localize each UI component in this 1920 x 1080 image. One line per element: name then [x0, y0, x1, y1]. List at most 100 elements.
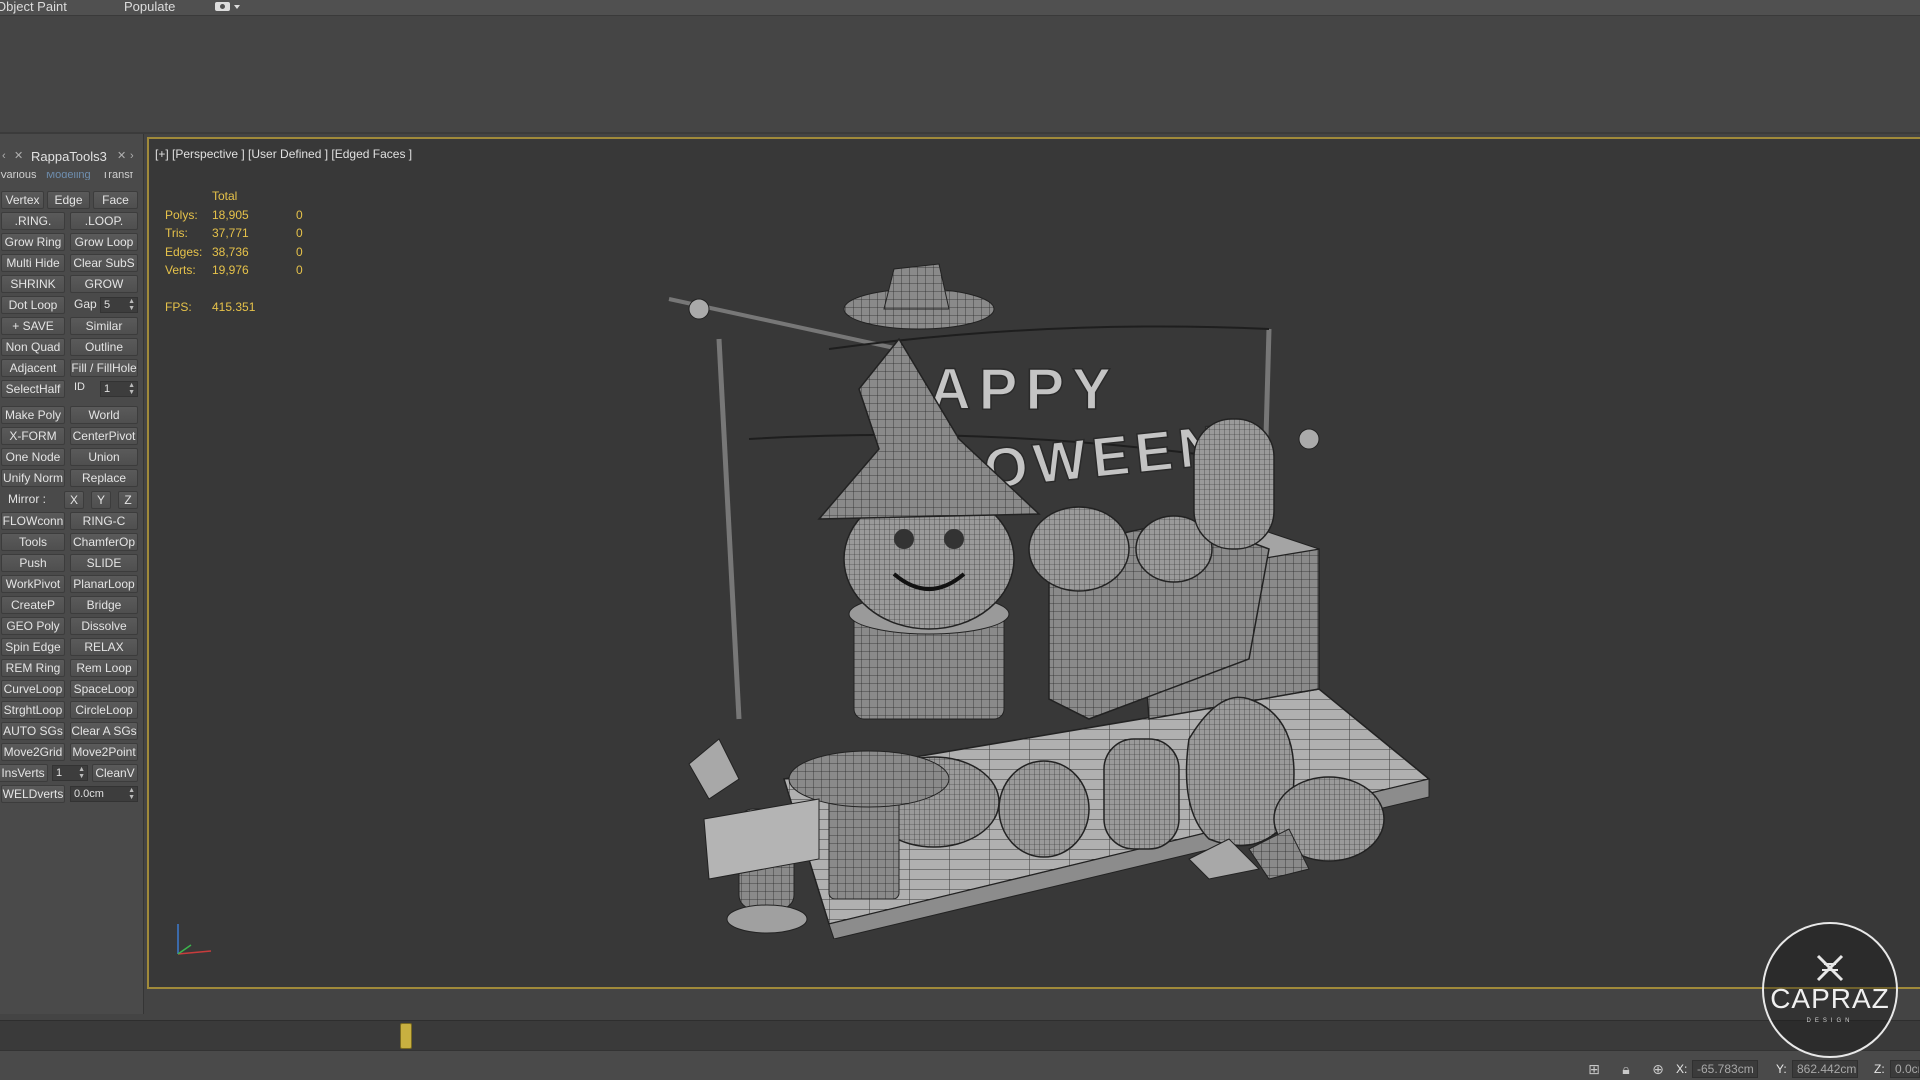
multi-hide-button[interactable]: Multi Hide: [1, 254, 65, 272]
ring-button[interactable]: .RING.: [1, 212, 65, 230]
replace-button[interactable]: Replace: [70, 469, 138, 487]
capraz-design-logo: CAPRAZ DESIGN: [1762, 922, 1898, 1058]
time-slider-handle[interactable]: [400, 1023, 412, 1049]
tab-various[interactable]: Various: [0, 172, 36, 180]
vertex-button[interactable]: Vertex: [1, 191, 44, 209]
collapse-right-icon[interactable]: ›: [130, 150, 140, 162]
grow-ring-button[interactable]: Grow Ring: [1, 233, 65, 251]
x-coord-field[interactable]: -65.783cm: [1692, 1060, 1758, 1078]
ring-c-button[interactable]: RING-C: [70, 512, 138, 530]
insverts-spinner[interactable]: 1 ▲ ▼: [52, 765, 88, 781]
bridge-button[interactable]: Bridge: [70, 596, 138, 614]
camera-dropdown-icon[interactable]: [215, 1, 241, 13]
edge-button[interactable]: Edge: [47, 191, 90, 209]
world-button[interactable]: World: [70, 406, 138, 424]
halloween-scene-model[interactable]: HAPPY LLOWEEN: [629, 219, 1649, 939]
menu-object-paint[interactable]: Object Paint: [0, 0, 67, 14]
y-coord-field[interactable]: 862.442cm: [1792, 1060, 1858, 1078]
weld-verts-button[interactable]: WELDverts: [1, 785, 65, 803]
unify-norm-button[interactable]: Unify Norm: [1, 469, 65, 487]
loop-button[interactable]: .LOOP.: [70, 212, 138, 230]
spinner-arrows-icon[interactable]: ▲ ▼: [78, 766, 85, 780]
fill-hole-button[interactable]: Fill / FillHole: [70, 359, 138, 377]
face-button[interactable]: Face: [93, 191, 138, 209]
tab-transf[interactable]: Transf: [102, 172, 133, 180]
adjacent-button[interactable]: Adjacent: [1, 359, 65, 377]
x-coord-label: X:: [1676, 1062, 1688, 1076]
perspective-viewport[interactable]: [+] [Perspective ] [User Defined ] [Edge…: [147, 137, 1920, 989]
mirror-x-button[interactable]: X: [64, 491, 84, 509]
one-node-button[interactable]: One Node: [1, 448, 65, 466]
dot-loop-button[interactable]: Dot Loop: [1, 296, 65, 314]
geo-poly-button[interactable]: GEO Poly: [1, 617, 65, 635]
create-p-button[interactable]: CreateP: [1, 596, 65, 614]
logo-subtext: DESIGN: [1806, 1018, 1853, 1024]
pumpkin: [998, 760, 1090, 858]
dissolve-button[interactable]: Dissolve: [70, 617, 138, 635]
save-button[interactable]: + SAVE: [1, 317, 65, 335]
status-bar: ⊞ 🔒︎ ⊕ X: -65.783cm Y: 862.442cm Z: 0.0c…: [0, 1050, 1920, 1080]
grow-loop-button[interactable]: Grow Loop: [70, 233, 138, 251]
auto-sgs-button[interactable]: AUTO SGs: [1, 722, 65, 740]
straight-loop-button[interactable]: StrghtLoop: [1, 701, 65, 719]
close-icon[interactable]: ✕: [14, 150, 24, 162]
spinner-arrows-icon[interactable]: ▲ ▼: [128, 787, 135, 801]
grow-button[interactable]: GROW: [70, 275, 138, 293]
curve-loop-button[interactable]: CurveLoop: [1, 680, 65, 698]
weld-spinner[interactable]: 0.0cm ▲ ▼: [70, 786, 138, 802]
lock-icon[interactable]: 🔒︎: [1617, 1060, 1635, 1078]
selection-lock-icon[interactable]: ⊞: [1585, 1060, 1603, 1078]
slide-button[interactable]: SLIDE: [70, 554, 138, 572]
mirror-label: Mirror :: [8, 492, 46, 506]
mirror-y-button[interactable]: Y: [91, 491, 111, 509]
close-icon[interactable]: ✕: [117, 150, 127, 162]
stats-header: Total: [212, 189, 238, 203]
timeline-track[interactable]: [0, 1020, 1920, 1050]
work-pivot-button[interactable]: WorkPivot: [1, 575, 65, 593]
push-button[interactable]: Push: [1, 554, 65, 572]
rem-ring-button[interactable]: REM Ring: [1, 659, 65, 677]
make-poly-button[interactable]: Make Poly: [1, 406, 65, 424]
panel-header: ‹ ✕ RappaTools3 ✕ ›: [0, 148, 144, 164]
planar-loop-button[interactable]: PlanarLoop: [70, 575, 138, 593]
outline-button[interactable]: Outline: [70, 338, 138, 356]
absolute-mode-icon[interactable]: ⊕: [1649, 1060, 1667, 1078]
move2point-button[interactable]: Move2Point: [70, 743, 138, 761]
x-form-button[interactable]: X-FORM: [1, 427, 65, 445]
chamfer-op-button[interactable]: ChamferOp: [70, 533, 138, 551]
menu-populate[interactable]: Populate: [124, 0, 175, 14]
relax-button[interactable]: RELAX: [70, 638, 138, 656]
mirror-z-button[interactable]: Z: [118, 491, 138, 509]
ins-verts-button[interactable]: InsVerts: [0, 764, 48, 782]
flowconn-button[interactable]: FLOWconn: [1, 512, 65, 530]
z-coord-field[interactable]: 0.0cm: [1890, 1060, 1920, 1078]
tab-modeling[interactable]: Modeling: [46, 172, 91, 180]
spinner-arrows-icon[interactable]: ▲ ▼: [128, 382, 135, 396]
rem-loop-button[interactable]: Rem Loop: [70, 659, 138, 677]
similar-button[interactable]: Similar: [70, 317, 138, 335]
z-coord-label: Z:: [1874, 1062, 1885, 1076]
spin-edge-button[interactable]: Spin Edge: [1, 638, 65, 656]
selecthalf-spinner[interactable]: 1 ▲ ▼: [100, 381, 138, 397]
gap-spinner[interactable]: 5 ▲ ▼: [100, 297, 138, 313]
viewport-label[interactable]: [+] [Perspective ] [User Defined ] [Edge…: [155, 147, 412, 161]
union-button[interactable]: Union: [70, 448, 138, 466]
tall-pumpkin: [1193, 418, 1275, 550]
space-loop-button[interactable]: SpaceLoop: [70, 680, 138, 698]
clear-subs-button[interactable]: Clear SubS: [70, 254, 138, 272]
collapse-left-icon[interactable]: ‹: [2, 150, 12, 162]
center-pivot-button[interactable]: CenterPivot: [70, 427, 138, 445]
clean-v-button[interactable]: CleanV: [92, 764, 138, 782]
panel-title: RappaTools3: [31, 149, 107, 164]
ribbon-area: [0, 16, 1920, 134]
move2grid-button[interactable]: Move2Grid: [1, 743, 65, 761]
non-quad-button[interactable]: Non Quad: [1, 338, 65, 356]
clear-a-sgs-button[interactable]: Clear A SGs: [70, 722, 138, 740]
tools-button[interactable]: Tools: [1, 533, 65, 551]
select-half-button[interactable]: SelectHalf: [1, 380, 65, 398]
menu-bar: Object Paint Populate: [0, 0, 1920, 16]
shrink-button[interactable]: SHRINK: [1, 275, 65, 293]
circle-loop-button[interactable]: CircleLoop: [70, 701, 138, 719]
panel-tabs: Various Modeling Transf: [0, 172, 144, 180]
spinner-arrows-icon[interactable]: ▲ ▼: [128, 298, 135, 312]
